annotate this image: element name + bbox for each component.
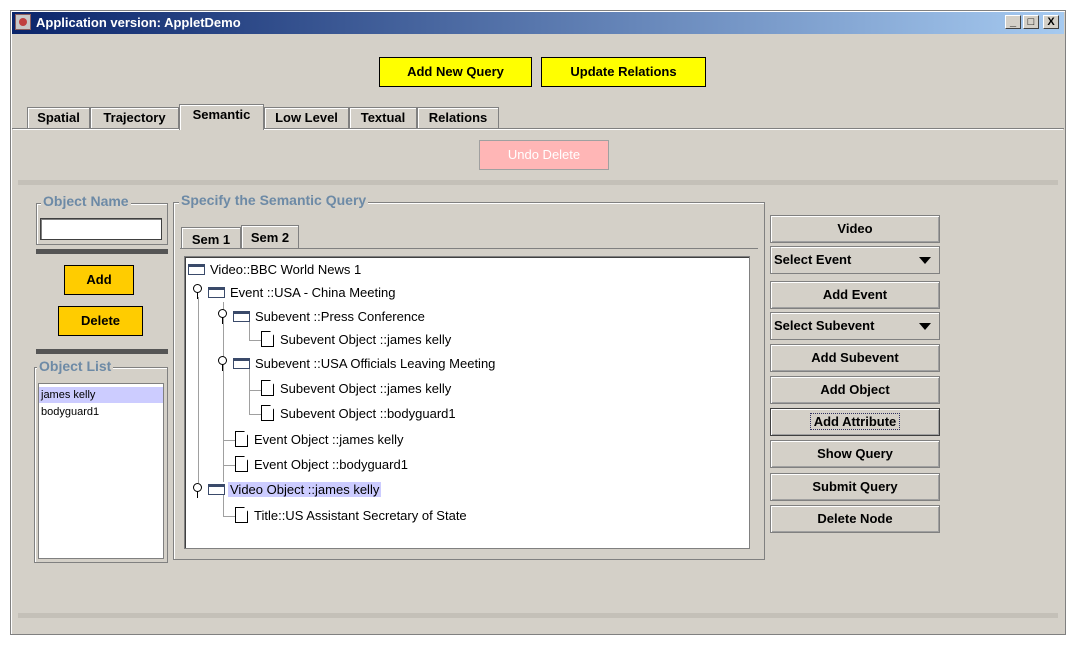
maximize-button[interactable]: □ [1023,15,1039,29]
separator [18,613,1058,618]
tree-node[interactable]: Subevent ::USA Officials Leaving Meeting [233,354,497,374]
object-list-title: Object List [37,358,114,374]
object-name-title: Object Name [41,193,131,209]
separator-bar [36,249,168,254]
tree-connector [223,440,235,441]
show-query-button[interactable]: Show Query [770,440,940,468]
tree-connector [249,414,261,415]
tree-connector [249,367,250,415]
tab-low-level[interactable]: Low Level [264,107,349,129]
tree-node[interactable]: Event ::USA - China Meeting [208,283,397,303]
tree-connector [198,297,199,483]
tab-textual[interactable]: Textual [349,107,417,129]
minimize-button[interactable]: _ [1005,15,1021,29]
delete-node-button[interactable]: Delete Node [770,505,940,533]
tab-spatial[interactable]: Spatial [27,107,90,129]
folder-icon [208,287,225,298]
folder-icon [233,358,250,369]
object-list[interactable]: james kelly bodyguard1 [38,383,164,559]
add-event-button[interactable]: Add Event [770,281,940,309]
add-attribute-button[interactable]: Add Attribute [770,408,940,436]
separator [18,180,1058,185]
submit-query-button[interactable]: Submit Query [770,473,940,501]
tree-node[interactable]: Subevent Object ::james kelly [261,379,453,399]
video-button[interactable]: Video [770,215,940,243]
tree-connector [223,516,235,517]
add-attribute-label: Add Attribute [809,413,901,430]
tree-node[interactable]: Video::BBC World News 1 [188,260,363,280]
folder-icon [188,264,205,275]
chevron-down-icon [919,257,931,264]
tree-connector [249,340,261,341]
select-event-label: Select Event [774,252,852,267]
list-item[interactable]: bodyguard1 [39,404,163,420]
tab-semantic[interactable]: Semantic [179,104,264,130]
add-object-name-button[interactable]: Add [64,265,134,295]
tree-node[interactable]: Event Object ::bodyguard1 [235,455,410,475]
add-object-button[interactable]: Add Object [770,376,940,404]
tree-node-selected[interactable]: Video Object ::james kelly [208,480,382,500]
title-bar[interactable]: Application version: AppletDemo _ □ X [12,12,1064,34]
tree-node[interactable]: Title::US Assistant Secretary of State [235,506,469,526]
tree-node[interactable]: Subevent Object ::james kelly [261,330,453,350]
folder-icon [208,484,225,495]
document-icon [261,405,274,421]
document-icon [235,431,248,447]
tab-trajectory[interactable]: Trajectory [90,107,179,129]
chevron-down-icon [919,323,931,330]
tree-node[interactable]: Subevent Object ::bodyguard1 [261,404,458,424]
object-name-input[interactable] [40,218,162,240]
expand-toggle-icon[interactable] [192,483,203,499]
tab-relations[interactable]: Relations [417,107,499,129]
sem-tab-divider [180,248,758,249]
tree-connector [249,390,261,391]
tree-connector [223,465,235,466]
select-subevent-label: Select Subevent [774,318,875,333]
list-item[interactable]: james kelly [39,387,163,403]
add-new-query-button[interactable]: Add New Query [379,57,532,87]
semantic-query-title: Specify the Semantic Query [179,192,369,208]
expand-toggle-icon[interactable] [217,309,228,325]
java-app-icon [15,14,31,30]
update-relations-button[interactable]: Update Relations [541,57,706,87]
expand-toggle-icon[interactable] [192,284,203,300]
document-icon [261,331,274,347]
select-subevent-dropdown[interactable]: Select Subevent [770,312,940,340]
tree-connector [223,302,224,482]
undo-delete-button[interactable]: Undo Delete [479,140,609,170]
expand-toggle-icon[interactable] [217,356,228,372]
separator-bar [36,349,168,354]
window-title: Application version: AppletDemo [36,15,241,30]
tree-node[interactable]: Event Object ::james kelly [235,430,406,450]
folder-icon [233,311,250,322]
tab-sem-2[interactable]: Sem 2 [241,225,299,249]
close-button[interactable]: X [1043,15,1059,29]
tree-node[interactable]: Subevent ::Press Conference [233,307,427,327]
document-icon [261,380,274,396]
tab-sem-1[interactable]: Sem 1 [181,227,241,249]
document-icon [235,456,248,472]
document-icon [235,507,248,523]
select-event-dropdown[interactable]: Select Event [770,246,940,274]
delete-object-name-button[interactable]: Delete [58,306,143,336]
add-subevent-button[interactable]: Add Subevent [770,344,940,372]
semantic-query-tree[interactable]: Video::BBC World News 1 Event ::USA - Ch… [184,256,750,549]
